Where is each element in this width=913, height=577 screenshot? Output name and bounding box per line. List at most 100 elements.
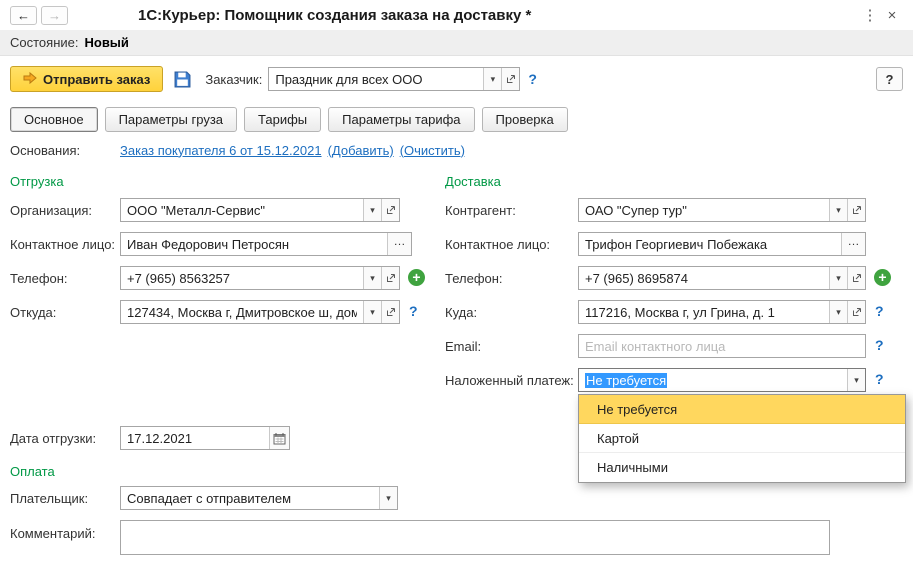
shipment-phone-dropdown-icon[interactable]: ▾ (363, 267, 381, 289)
counterparty-dropdown-icon[interactable]: ▾ (829, 199, 847, 221)
from-label: Откуда: (10, 305, 56, 320)
delivery-contact-ellipsis-icon[interactable]: … (841, 233, 865, 255)
delivery-phone-input[interactable] (579, 267, 829, 289)
to-address-combobox: ▾ (578, 300, 866, 324)
to-address-help-icon[interactable]: ? (875, 303, 884, 319)
counterparty-combobox: ▾ (578, 198, 866, 222)
delivery-contact-input[interactable] (579, 233, 841, 255)
email-field[interactable] (578, 334, 866, 358)
payer-label: Плательщик: (10, 491, 88, 506)
shipment-contact-label: Контактное лицо: (10, 237, 115, 252)
cod-label: Наложенный платеж: (445, 373, 574, 388)
email-label: Email: (445, 339, 481, 354)
comment-field[interactable] (120, 520, 830, 555)
tab-check[interactable]: Проверка (482, 107, 568, 132)
status-value: Новый (84, 35, 128, 50)
to-label: Куда: (445, 305, 477, 320)
payer-combobox: ▾ (120, 486, 398, 510)
delivery-contact-label: Контактное лицо: (445, 237, 550, 252)
organization-combobox: ▾ (120, 198, 400, 222)
shipment-phone-input[interactable] (121, 267, 363, 289)
organization-open-icon[interactable] (381, 199, 399, 221)
from-address-open-icon[interactable] (381, 301, 399, 323)
tab-main[interactable]: Основное (10, 107, 98, 132)
organization-label: Организация: (10, 203, 92, 218)
counterparty-label: Контрагент: (445, 203, 516, 218)
basis-label: Основания: (10, 143, 120, 158)
form-area: Отгрузка Доставка Организация: ▾ Контраг… (0, 164, 913, 577)
basis-order-link[interactable]: Заказ покупателя 6 от 15.12.2021 (120, 143, 322, 158)
calendar-icon[interactable] (269, 427, 289, 449)
tab-tariffs[interactable]: Тарифы (244, 107, 321, 132)
ship-date-field (120, 426, 290, 450)
organization-dropdown-icon[interactable]: ▾ (363, 199, 381, 221)
cod-dropdown-list: Не требуется Картой Наличными (578, 394, 906, 483)
from-address-input[interactable] (121, 301, 363, 323)
shipment-contact-ellipsis-icon[interactable]: … (387, 233, 411, 255)
status-label: Состояние: (10, 35, 78, 50)
tab-cargo-params[interactable]: Параметры груза (105, 107, 237, 132)
from-address-help-icon[interactable]: ? (409, 303, 418, 319)
cod-dropdown-icon[interactable]: ▾ (847, 369, 865, 391)
customer-input[interactable] (269, 68, 483, 90)
counterparty-input[interactable] (579, 199, 829, 221)
payer-dropdown-icon[interactable]: ▾ (379, 487, 397, 509)
delivery-contact-field: … (578, 232, 866, 256)
basis-row: Основания: Заказ покупателя 6 от 15.12.2… (0, 136, 913, 164)
shipment-add-phone-icon[interactable]: + (408, 269, 425, 286)
save-icon[interactable] (169, 66, 195, 92)
toolbar: Отправить заказ Заказчик: ▾ ? ? (0, 56, 913, 102)
customer-combobox: ▾ (268, 67, 520, 91)
cod-option-not-required[interactable]: Не требуется (579, 395, 905, 424)
help-button[interactable]: ? (876, 67, 903, 91)
tab-bar: Основное Параметры груза Тарифы Параметр… (0, 102, 913, 136)
ship-date-input[interactable] (121, 427, 269, 449)
more-menu-icon[interactable]: ⋮ (859, 6, 881, 24)
delivery-phone-dropdown-icon[interactable]: ▾ (829, 267, 847, 289)
app-window: ← → 1С:Курьер: Помощник создания заказа … (0, 0, 913, 577)
shipment-contact-field: … (120, 232, 412, 256)
shipment-contact-input[interactable] (121, 233, 387, 255)
from-address-dropdown-icon[interactable]: ▾ (363, 301, 381, 323)
customer-dropdown-icon[interactable]: ▾ (483, 68, 501, 90)
organization-input[interactable] (121, 199, 363, 221)
section-shipment: Отгрузка (10, 174, 64, 189)
ship-date-label: Дата отгрузки: (10, 431, 96, 446)
customer-label: Заказчик: (205, 72, 262, 87)
cod-combobox: Не требуется ▾ (578, 368, 866, 392)
send-order-label: Отправить заказ (43, 72, 150, 87)
cod-help-icon[interactable]: ? (875, 371, 884, 387)
status-bar: Состояние: Новый (0, 30, 913, 56)
customer-help-icon[interactable]: ? (528, 71, 537, 87)
shipment-phone-label: Телефон: (10, 271, 68, 286)
section-delivery: Доставка (445, 174, 501, 189)
comment-label: Комментарий: (10, 526, 96, 541)
to-address-input[interactable] (579, 301, 829, 323)
email-help-icon[interactable]: ? (875, 337, 884, 353)
forward-button[interactable]: → (41, 6, 68, 25)
close-icon[interactable]: × (881, 7, 903, 24)
payer-input[interactable] (121, 487, 379, 509)
cod-option-cash[interactable]: Наличными (579, 453, 905, 482)
window-title: 1С:Курьер: Помощник создания заказа на д… (138, 7, 531, 24)
shipment-phone-combobox: ▾ (120, 266, 400, 290)
basis-add-link[interactable]: (Добавить) (328, 143, 394, 158)
tab-tariff-params[interactable]: Параметры тарифа (328, 107, 474, 132)
to-address-dropdown-icon[interactable]: ▾ (829, 301, 847, 323)
delivery-phone-label: Телефон: (445, 271, 503, 286)
counterparty-open-icon[interactable] (847, 199, 865, 221)
from-address-combobox: ▾ (120, 300, 400, 324)
delivery-phone-combobox: ▾ (578, 266, 866, 290)
section-payment: Оплата (10, 464, 55, 479)
titlebar: ← → 1С:Курьер: Помощник создания заказа … (0, 0, 913, 30)
delivery-add-phone-icon[interactable]: + (874, 269, 891, 286)
cod-option-card[interactable]: Картой (579, 424, 905, 453)
delivery-phone-open-icon[interactable] (847, 267, 865, 289)
cod-value[interactable]: Не требуется (579, 369, 847, 391)
back-button[interactable]: ← (10, 6, 37, 25)
send-order-button[interactable]: Отправить заказ (10, 66, 163, 92)
shipment-phone-open-icon[interactable] (381, 267, 399, 289)
customer-open-icon[interactable] (501, 68, 519, 90)
basis-clear-link[interactable]: (Очистить) (400, 143, 465, 158)
to-address-open-icon[interactable] (847, 301, 865, 323)
